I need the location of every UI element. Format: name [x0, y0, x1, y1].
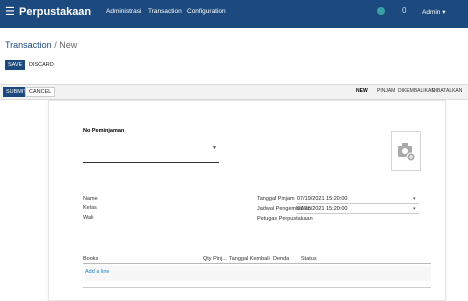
kelas-label: Kelas — [83, 205, 97, 211]
discard-button[interactable]: DISCARD — [26, 60, 57, 70]
chat-icon[interactable] — [377, 7, 385, 15]
no-peminjaman-input[interactable] — [83, 162, 219, 163]
cancel-button[interactable]: CANCEL — [25, 87, 56, 97]
apps-menu-icon[interactable]: ☰ — [5, 7, 15, 18]
wali-label: Wali — [83, 215, 94, 221]
menu-administrasi[interactable]: Administrasi — [106, 8, 141, 15]
form-sheet: No Peminjaman ▼ Name Kelas Wali Tanggal … — [48, 100, 446, 301]
tanggal-pinjam-dropdown-icon[interactable]: ▾ — [413, 196, 416, 202]
tanggal-pinjam-label: Tanggal Pinjam — [257, 196, 295, 202]
col-tanggal-kembali[interactable]: Tanggal Kembali — [229, 256, 270, 262]
save-button[interactable]: SAVE — [5, 60, 26, 70]
col-books[interactable]: Books — [83, 256, 98, 262]
stage-pinjam[interactable]: PINJAM — [377, 88, 395, 94]
jadwal-pengembalian-field[interactable]: 07/26/2021 15:20:00 — [297, 206, 347, 212]
status-bar: SUBMIT CANCEL NEW PINJAM DIKEMBALIKAN DI… — [0, 84, 468, 100]
col-denda[interactable]: Denda — [273, 256, 289, 262]
col-status[interactable]: Status — [301, 256, 317, 262]
table-row — [85, 266, 431, 281]
add-line-link[interactable]: Add a line — [85, 269, 109, 275]
stage-new[interactable]: NEW — [356, 88, 368, 94]
top-navbar: ☰ Perpustakaan Administrasi Transaction … — [0, 0, 468, 28]
stage-dikembalikan[interactable]: DIKEMBALIKAN — [398, 88, 435, 94]
app-name[interactable]: Perpustakaan — [19, 6, 91, 18]
tanggal-pinjam-underline — [297, 203, 419, 204]
activity-count[interactable]: 0 — [402, 6, 406, 15]
user-menu[interactable]: Admin ▾ — [422, 8, 446, 16]
tanggal-pinjam-field[interactable]: 07/19/2021 15:20:00 — [297, 196, 347, 202]
dropdown-arrow-icon[interactable]: ▼ — [212, 145, 217, 151]
menu-transaction[interactable]: Transaction — [148, 8, 182, 15]
name-label: Name — [83, 196, 98, 202]
breadcrumb: Transaction / New — [5, 40, 77, 50]
breadcrumb-parent[interactable]: Transaction — [5, 40, 52, 50]
stage-dibatalkan[interactable]: DIBATALKAN — [432, 88, 462, 94]
col-qty[interactable]: Qty Pinj... — [203, 256, 227, 262]
camera-icon — [398, 143, 416, 162]
photo-placeholder[interactable] — [391, 131, 421, 171]
petugas-label: Petugas Perpustakaan — [257, 216, 313, 222]
breadcrumb-current: New — [59, 40, 78, 50]
jadwal-underline — [297, 213, 419, 214]
menu-configuration[interactable]: Configuration — [187, 8, 226, 15]
table-footer-divider — [83, 287, 431, 288]
no-peminjaman-label: No Peminjaman — [83, 128, 125, 134]
jadwal-dropdown-icon[interactable]: ▾ — [413, 206, 416, 212]
table-header-divider — [83, 263, 431, 264]
